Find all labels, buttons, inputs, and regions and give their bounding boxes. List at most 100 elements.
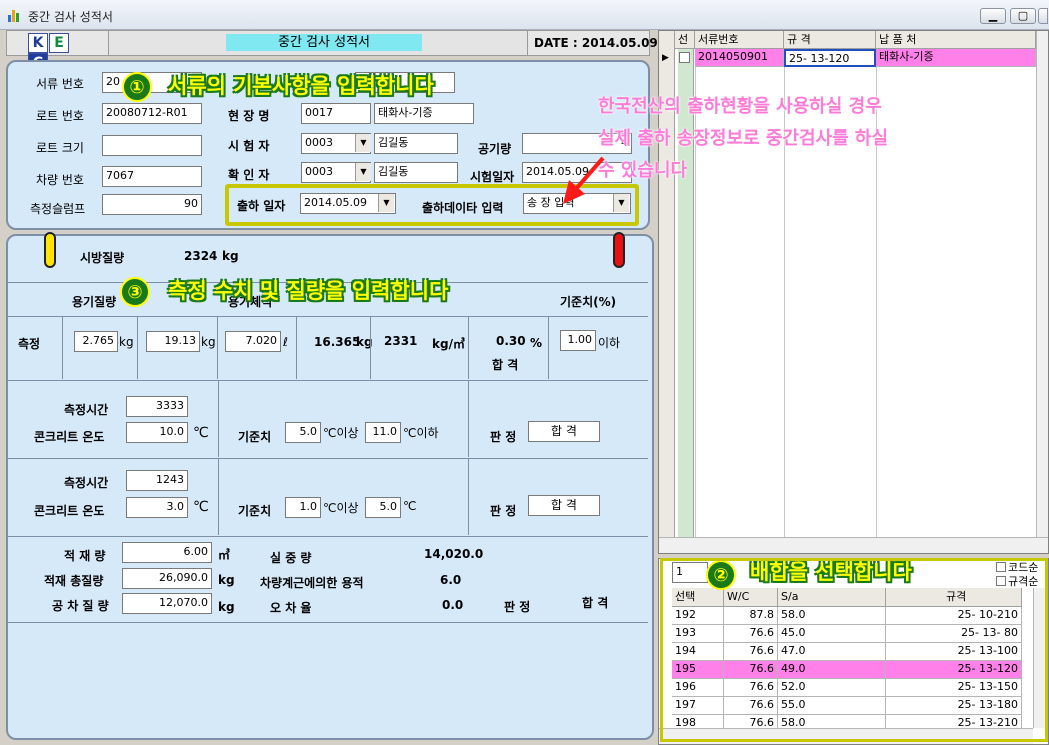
measure-v3[interactable]: 7.020 [225, 331, 281, 352]
temp1-time[interactable]: 3333 [126, 396, 188, 417]
site-code-field[interactable]: 0017 [301, 103, 371, 124]
measure-v4: 16.365 [314, 335, 361, 349]
temp1-min[interactable]: 5.0 [285, 422, 321, 443]
grid-scrollbar[interactable] [1036, 31, 1048, 537]
load-judge-label: 판 정 [504, 600, 531, 614]
load-unit: ㎥ [218, 548, 231, 562]
lot-no-field[interactable]: 20080712-R01 [102, 103, 202, 124]
calc-label: 차량계근에의한 용적 [260, 576, 364, 590]
vehicle-field[interactable]: 7067 [102, 166, 202, 187]
measure-u6: % [530, 336, 543, 350]
slump-field[interactable]: 90 [102, 194, 202, 215]
air-label: 공기량 [478, 142, 512, 156]
err-value: 0.0 [442, 598, 464, 612]
grid-cell-docno[interactable]: 2014050901 [695, 49, 784, 67]
red-arrow-icon [563, 156, 605, 204]
measure-v2[interactable]: 19.13 [146, 331, 200, 352]
page-title: 중간 검사 성적서 [226, 34, 422, 51]
note-line-1: 한국전산의 출하현황을 사용하실 경우 [598, 96, 882, 117]
maximize-button[interactable]: ▢ [1010, 8, 1036, 24]
temp2-temp[interactable]: 3.0 [126, 497, 188, 518]
temp2-judge: 합 격 [528, 495, 600, 516]
temp1-judge: 합 격 [528, 421, 600, 442]
step3-annotation: 측정 수치 및 질량을 입력합니다 [168, 279, 449, 303]
load-field[interactable]: 6.00 [122, 542, 212, 563]
grid-header-spec: 규 격 [784, 31, 876, 49]
chevron-down-icon[interactable]: ▼ [355, 163, 371, 181]
row-checkbox[interactable] [679, 52, 690, 63]
actual-label: 실 중 량 [270, 551, 312, 565]
measure-u2: kg [201, 335, 216, 349]
tester-name-field[interactable]: 김길동 [374, 133, 458, 154]
temp2-time[interactable]: 1243 [126, 470, 188, 491]
temp2-time-label: 측정시간 [64, 476, 109, 490]
measure-v5: 2331 [384, 334, 418, 348]
close-button[interactable] [1038, 8, 1048, 24]
chevron-down-icon[interactable]: ▼ [378, 194, 394, 212]
temp2-min-unit: ℃이상 [323, 501, 359, 515]
measure-u3: ℓ [283, 335, 288, 349]
app-chart-icon [8, 8, 22, 22]
grid-header-select: 선 [675, 31, 695, 49]
vehicle-label: 차량 번호 [36, 173, 84, 187]
site-label: 현 장 명 [228, 109, 270, 123]
grid-cell-dest[interactable]: 태화사-기증 [876, 49, 1036, 67]
temp2-max[interactable]: 5.0 [365, 497, 401, 518]
temp1-max[interactable]: 11.0 [365, 422, 401, 443]
red-lamp-icon [613, 232, 625, 268]
measure-u5: kg/㎥ [432, 337, 465, 351]
total-unit: kg [218, 573, 235, 587]
temp1-temp-label: 콘크리트 온도 [34, 430, 105, 444]
measure-v1[interactable]: 2.765 [74, 331, 118, 352]
empty-field[interactable]: 12,070.0 [122, 593, 212, 614]
checker-name-field[interactable]: 김길동 [374, 162, 458, 183]
note-line-2: 실제 출하 송장정보로 중간검사를 하실 [598, 128, 889, 149]
test-date-label: 시험일자 [470, 170, 515, 184]
chevron-down-icon[interactable]: ▼ [355, 134, 371, 152]
window-title: 중간 검사 성적서 [28, 10, 113, 24]
temp1-unit: ℃ [193, 425, 209, 441]
design-mass-value: 2324 [184, 249, 218, 263]
design-mass-label: 시방질량 [80, 251, 125, 265]
temp2-temp-label: 콘크리트 온도 [34, 504, 105, 518]
grid-hscrollbar[interactable] [659, 537, 1048, 553]
tester-label: 시 험 자 [228, 139, 270, 153]
load-label: 적 재 량 [64, 549, 106, 563]
temp1-time-label: 측정시간 [64, 403, 109, 417]
temp1-temp[interactable]: 10.0 [126, 422, 188, 443]
total-field[interactable]: 26,090.0 [122, 568, 212, 589]
temp2-judge-label: 판 정 [490, 504, 517, 518]
measure-v6: 0.30 [496, 334, 526, 348]
measure-u1: kg [119, 335, 134, 349]
row-pointer-icon: ▶ [662, 53, 669, 63]
minimize-button[interactable]: ▁ [980, 8, 1006, 24]
slump-label: 측정슬럼프 [30, 202, 86, 216]
measure-row-label: 측정 [18, 337, 41, 351]
temp1-std-label: 기준치 [238, 430, 272, 444]
grid-header-dest: 납 품 처 [876, 31, 1036, 49]
mix-highlight-box [660, 558, 1048, 742]
empty-unit: kg [218, 600, 235, 614]
chevron-down-icon[interactable]: ▼ [613, 194, 629, 212]
empty-label: 공 차 질 량 [52, 599, 109, 613]
temp1-max-unit: ℃이하 [403, 426, 439, 440]
lot-size-field[interactable] [102, 135, 202, 156]
temp2-min[interactable]: 1.0 [285, 497, 321, 518]
measure-v7[interactable]: 1.00 [560, 330, 596, 351]
err-label: 오 차 율 [270, 601, 312, 615]
total-label: 적재 총질량 [44, 574, 104, 588]
col-container-mass: 용기질량 [72, 295, 117, 309]
doc-no-label: 서류 번호 [36, 77, 84, 91]
step1-annotation: 서류의 기본사항을 입력합니다 [168, 74, 434, 98]
measure-result: 합 격 [492, 358, 519, 372]
step1-badge: ① [122, 72, 152, 102]
yellow-lamp-icon [44, 232, 56, 268]
site-name-field[interactable]: 태화사-기증 [374, 103, 474, 124]
temp2-std-label: 기준치 [238, 504, 272, 518]
load-judge: 합 격 [582, 596, 609, 610]
grid-cell-spec[interactable]: 25- 13-120 [784, 49, 876, 67]
temp2-max-unit: ℃ [403, 499, 417, 513]
grid-header-docno: 서류번호 [695, 31, 784, 49]
temp1-min-unit: ℃이상 [323, 426, 359, 440]
col-standard: 기준치(%) [560, 295, 617, 309]
